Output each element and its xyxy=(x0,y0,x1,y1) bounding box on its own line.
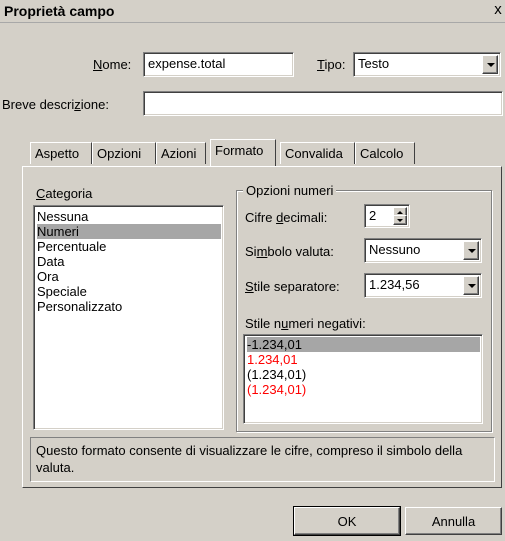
title-bar: Proprietà campo x xyxy=(0,0,505,23)
short-description-label: Breve descrizione: xyxy=(2,97,109,112)
list-item[interactable]: (1.234,01) xyxy=(247,382,306,397)
type-select[interactable]: Testo xyxy=(353,52,501,77)
format-description: Questo formato consente di visualizzare … xyxy=(30,437,495,482)
tab-calcolo[interactable]: Calcolo xyxy=(355,142,415,164)
close-icon[interactable]: x xyxy=(491,1,505,19)
ok-button[interactable]: OK xyxy=(293,506,401,536)
tab-formato[interactable]: Formato xyxy=(210,139,276,166)
spin-buttons[interactable] xyxy=(393,207,407,225)
tab-opzioni[interactable]: Opzioni xyxy=(92,142,156,164)
category-label: Categoria xyxy=(36,186,93,201)
cancel-button[interactable]: Annulla xyxy=(405,507,502,535)
list-item-selected[interactable]: -1.234,01 xyxy=(247,337,480,352)
decimals-stepper[interactable]: 2 xyxy=(364,204,410,228)
type-value: Testo xyxy=(358,56,390,71)
decimals-value: 2 xyxy=(369,208,377,223)
negative-style-label: Stile numeri negativi: xyxy=(245,316,366,331)
separator-label: Stile separatore: xyxy=(245,279,340,294)
number-options-label: Opzioni numeri xyxy=(243,183,337,198)
separator-value: 1.234,56 xyxy=(369,277,420,292)
list-item[interactable]: Personalizzato xyxy=(37,299,122,314)
negative-style-list[interactable]: -1.234,01 1.234,01 (1.234,01) (1.234,01) xyxy=(243,334,483,424)
list-item[interactable]: Data xyxy=(37,254,64,269)
list-item[interactable]: Speciale xyxy=(37,284,87,299)
tab-convalida[interactable]: Convalida xyxy=(280,142,355,164)
format-description-line2: valuta. xyxy=(36,460,75,475)
short-description-input[interactable] xyxy=(143,91,503,116)
separator-select[interactable]: 1.234,56 xyxy=(364,273,482,298)
name-label-rest: ome: xyxy=(102,57,132,72)
decimals-label: Cifre decimali: xyxy=(245,210,328,225)
list-item[interactable]: Percentuale xyxy=(37,239,106,254)
tab-aspetto[interactable]: Aspetto xyxy=(30,142,92,164)
currency-select[interactable]: Nessuno xyxy=(364,238,482,263)
chevron-down-icon[interactable] xyxy=(482,55,498,74)
currency-value: Nessuno xyxy=(369,242,421,257)
list-item-selected[interactable]: Numeri xyxy=(37,224,221,239)
category-list[interactable]: Nessuna Numeri Percentuale Data Ora Spec… xyxy=(33,205,224,430)
list-item[interactable]: 1.234,01 xyxy=(247,352,298,367)
format-description-line1: Questo formato consente di visualizzare … xyxy=(36,443,463,458)
list-item[interactable]: Ora xyxy=(37,269,59,284)
name-label: Nome: xyxy=(93,57,132,72)
chevron-down-icon[interactable] xyxy=(463,241,479,260)
window-title: Proprietà campo xyxy=(4,3,115,19)
name-value: expense.total xyxy=(148,56,226,71)
tab-azioni[interactable]: Azioni xyxy=(156,142,206,164)
tab-strip: Aspetto Opzioni Azioni Formato Convalida… xyxy=(30,139,500,167)
currency-label: Simbolo valuta: xyxy=(245,244,334,259)
type-label: Tipo: xyxy=(317,57,346,72)
arrow-down-icon[interactable] xyxy=(393,215,407,225)
name-input[interactable]: expense.total xyxy=(143,52,294,77)
list-item[interactable]: Nessuna xyxy=(37,209,88,224)
list-item[interactable]: (1.234,01) xyxy=(247,367,306,382)
chevron-down-icon[interactable] xyxy=(463,276,479,295)
